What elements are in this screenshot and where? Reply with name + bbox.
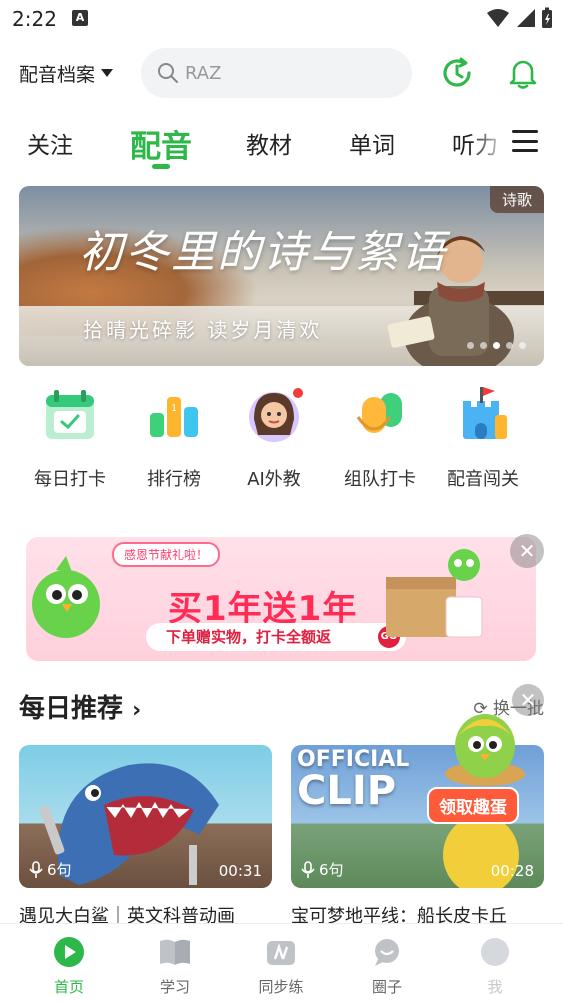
quick-ai-tutor[interactable]: AI外教 [224, 385, 324, 491]
status-time: 2:22 [12, 7, 57, 31]
banner-subtitle: 拾晴光碎影 读岁月清欢 [83, 318, 323, 342]
tab-follow[interactable]: 关注 [27, 126, 73, 160]
floating-egg-mascot[interactable] [440, 706, 530, 786]
system-icons [487, 7, 553, 29]
tabs-fade [470, 118, 510, 172]
mic-icon [29, 860, 43, 878]
search-bar[interactable]: RAZ [141, 48, 412, 98]
dub-archive-label: 配音档案 [19, 64, 96, 86]
tab-vocabulary[interactable]: 单词 [349, 126, 395, 160]
category-tabs: 关注 配音 教材 单词 听力 [0, 118, 563, 172]
sim-icon: A [72, 10, 88, 26]
battery-icon [542, 7, 552, 28]
nav-label: 学习 [159, 978, 190, 996]
promo-close-button[interactable]: ✕ [510, 534, 544, 568]
banner-dot-active[interactable] [493, 342, 500, 349]
nav-home[interactable]: 首页 [29, 936, 109, 997]
quick-label: 组队打卡 [344, 469, 416, 490]
mic-icon [301, 860, 315, 878]
sync-practice-icon [263, 936, 299, 968]
quick-label: 每日打卡 [34, 469, 106, 490]
leaderboard-icon: 1 [150, 397, 198, 437]
book-icon [157, 936, 193, 968]
chevron-right-icon: › [132, 698, 142, 723]
nav-label: 首页 [53, 978, 84, 996]
banner-dot[interactable] [519, 342, 526, 349]
floating-egg-badge[interactable]: 领取趣蛋 [427, 787, 519, 824]
banner-dot[interactable] [480, 342, 487, 349]
banner-tag: 诗歌 [489, 186, 544, 213]
status-bar: 2:22 A [0, 0, 563, 38]
tab-textbook[interactable]: 教材 [246, 126, 292, 160]
count-text: 6句 [319, 861, 344, 879]
quick-daily-checkin[interactable]: 每日打卡 [20, 385, 120, 491]
caret-down-icon [101, 69, 114, 77]
quick-dub-challenge[interactable]: 配音闯关 [433, 385, 533, 491]
quick-leaderboard[interactable]: 1 排行榜 [124, 385, 224, 491]
search-placeholder: RAZ [185, 62, 222, 84]
bottom-navigation: 首页 学习 同步练 圈子 我 [0, 923, 563, 1002]
history-clock-icon [443, 57, 471, 87]
quick-label: 排行榜 [147, 469, 201, 490]
promo-banner[interactable]: 感恩节献礼啦！ 买1年送1年 下单赠实物，打卡全额返 GO [26, 537, 536, 661]
sentence-count: 6句 [29, 859, 72, 880]
video-card[interactable]: 6句 00:31 遇见大白鲨｜英文科普动画 [19, 745, 272, 928]
section-title: 每日推荐 [19, 694, 124, 724]
nav-circle[interactable]: 圈子 [347, 936, 427, 997]
nav-label: 圈子 [371, 978, 402, 996]
bell-icon [509, 60, 537, 89]
sentence-count: 6句 [301, 859, 344, 880]
promo-subline: 下单赠实物，打卡全额返 GO [146, 623, 406, 651]
video-duration: 00:31 [218, 862, 262, 880]
close-icon: ✕ [518, 539, 536, 563]
search-icon [158, 63, 178, 83]
promo-subline-text: 下单赠实物，打卡全额返 [166, 628, 332, 646]
banner-pagination [467, 342, 526, 349]
green-bird-mascot [32, 556, 100, 638]
calendar-check-icon [46, 390, 94, 439]
history-button[interactable] [438, 54, 476, 92]
svg-text:1: 1 [171, 403, 177, 414]
nav-sync-practice[interactable]: 同步练 [241, 936, 321, 997]
banner-dot[interactable] [506, 342, 513, 349]
quick-team-checkin[interactable]: 组队打卡 [330, 385, 430, 491]
gift-box-illustration [386, 549, 483, 638]
hero-banner[interactable]: 初冬里的诗与絮语 拾晴光碎影 读岁月清欢 诗歌 [19, 186, 544, 366]
video-duration: 00:28 [490, 862, 534, 880]
notifications-button[interactable] [504, 54, 542, 92]
chat-bubble-icon [369, 936, 405, 968]
nav-study[interactable]: 学习 [135, 936, 215, 997]
signal-icon [517, 9, 535, 27]
tab-dubbing[interactable]: 配音 [130, 121, 192, 166]
ai-tutor-avatar-icon [249, 388, 303, 442]
tabs-menu-icon[interactable] [512, 130, 538, 152]
nav-label: 我 [487, 978, 503, 996]
home-play-icon [51, 936, 87, 968]
profile-icon [477, 936, 513, 968]
quick-label: 配音闯关 [447, 469, 519, 490]
castle-flag-icon [463, 387, 507, 439]
nav-me[interactable]: 我 [455, 936, 535, 997]
wifi-icon [487, 9, 509, 27]
banner-dot[interactable] [467, 342, 474, 349]
promo-badge: 感恩节献礼啦！ [112, 542, 221, 567]
dub-archive-dropdown[interactable]: 配音档案 [19, 60, 114, 87]
app-screen: 2:22 A 配音档案 RAZ 关注 配音 教材 单词 听力 [0, 0, 563, 1002]
quick-actions: 每日打卡 1 排行榜 AI外教 组队打卡 配音闯关 [0, 385, 563, 495]
count-text: 6句 [47, 861, 72, 879]
quick-label: AI外教 [247, 469, 301, 490]
active-tab-indicator [152, 164, 170, 169]
daily-recommend-title-link[interactable]: 每日推荐 › [19, 688, 141, 725]
banner-title: 初冬里的诗与絮语 [79, 227, 447, 278]
nav-label: 同步练 [258, 978, 304, 996]
team-mic-icon [356, 393, 402, 433]
video-thumbnail: 6句 00:31 [19, 745, 272, 888]
top-header: 配音档案 RAZ [0, 46, 563, 100]
egg-label: 领取趣蛋 [439, 798, 507, 818]
